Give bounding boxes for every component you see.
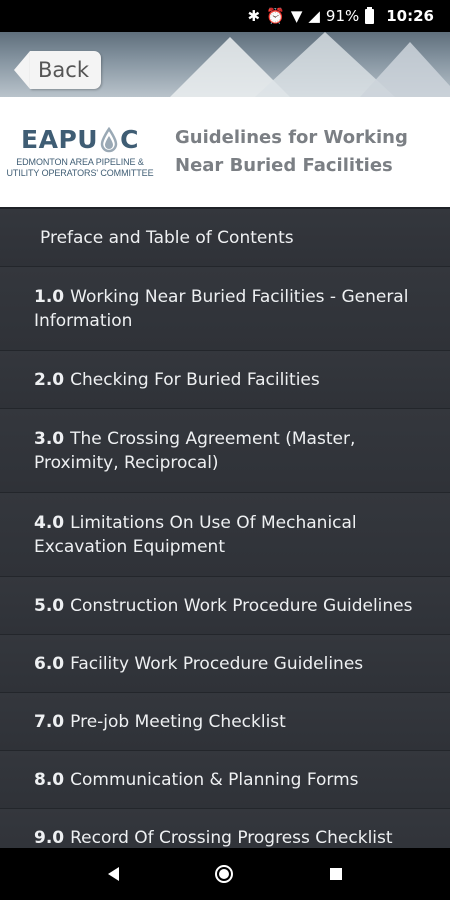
page-title: Guidelines for Working Near Buried Facil… — [175, 127, 408, 176]
bluetooth-icon: ✱ — [247, 6, 261, 25]
drop-icon — [100, 126, 118, 153]
status-bar: ✱ ⏰ ▼ ◢ 91% 10:26 — [0, 0, 450, 32]
toc-item-7[interactable]: 7.0 Pre-job Meeting Checklist — [0, 693, 450, 751]
title-bar: EAPU C EDMONTON AREA PIPELINE & UTILITY … — [0, 97, 450, 207]
table-of-contents-list: Preface and Table of Contents 1.0 Working… — [0, 207, 450, 848]
toc-item-4[interactable]: 4.0 Limitations On Use Of Mechanical Exca… — [0, 493, 450, 577]
toc-item-8[interactable]: 8.0 Communication & Planning Forms — [0, 751, 450, 809]
back-button[interactable]: Back — [14, 51, 101, 89]
battery-percentage: 91% — [325, 7, 360, 25]
logo-wordmark: EAPU C — [21, 125, 139, 154]
eapuoc-logo: EAPU C EDMONTON AREA PIPELINE & UTILITY … — [0, 97, 160, 207]
toc-item-6[interactable]: 6.0 Facility Work Procedure Guidelines — [0, 635, 450, 693]
battery-icon — [365, 6, 375, 24]
back-button-label: Back — [30, 51, 101, 89]
toc-item-1[interactable]: 1.0 Working Near Buried Facilities - Gene… — [0, 267, 450, 351]
toc-item-5[interactable]: 5.0 Construction Work Procedure Guideline… — [0, 577, 450, 635]
toc-item-2[interactable]: 2.0 Checking For Buried Facilities — [0, 351, 450, 409]
back-arrow-icon — [14, 51, 30, 89]
system-navigation-bar — [0, 848, 450, 900]
nav-back-icon[interactable] — [108, 867, 120, 881]
logo-subtitle: EDMONTON AREA PIPELINE & UTILITY OPERATO… — [6, 157, 154, 178]
clock: 10:26 — [386, 7, 434, 25]
toc-item-3[interactable]: 3.0 The Crossing Agreement (Master, Proxi… — [0, 409, 450, 493]
toc-item-preface[interactable]: Preface and Table of Contents — [0, 209, 450, 267]
signal-icon: ◢ — [308, 6, 320, 25]
wifi-icon: ▼ — [290, 6, 303, 25]
nav-home-icon[interactable] — [215, 865, 234, 883]
nav-recents-icon[interactable] — [329, 868, 342, 880]
toc-item-9[interactable]: 9.0 Record Of Crossing Progress Checklist — [0, 809, 450, 848]
alarm-icon: ⏰ — [266, 6, 285, 25]
